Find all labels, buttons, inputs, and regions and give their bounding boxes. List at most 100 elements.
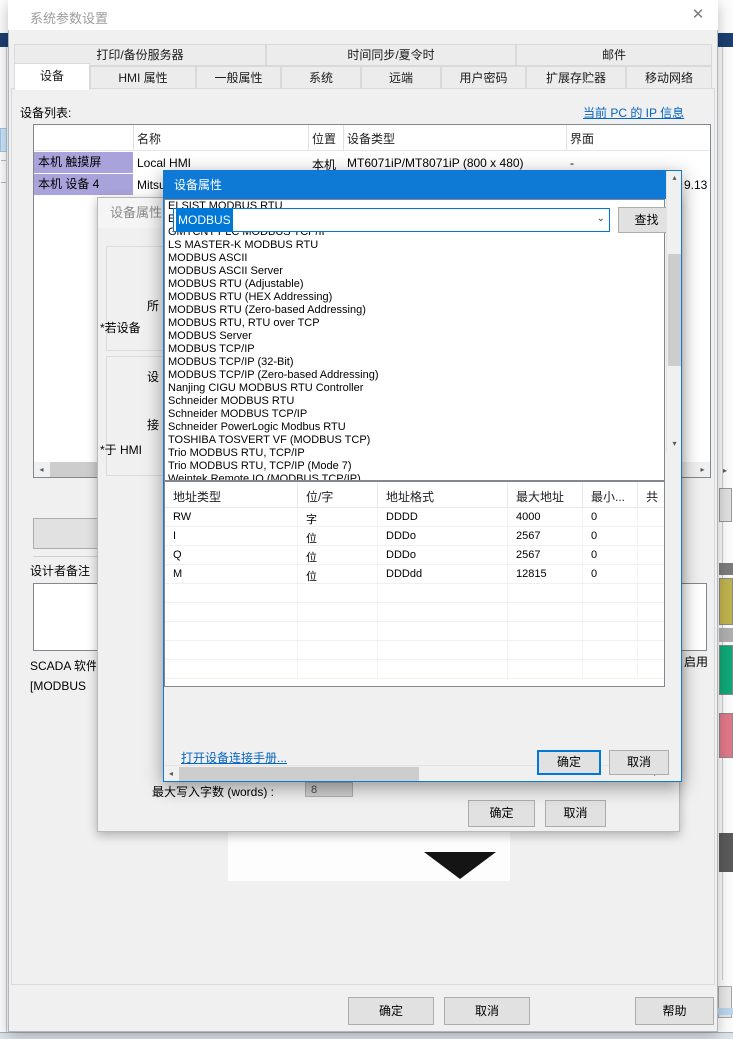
system-settings-titlebar[interactable] <box>8 0 718 30</box>
driver-ok-button[interactable]: 确定 <box>537 750 601 775</box>
addr-col-shared[interactable]: 共 <box>638 482 664 507</box>
close-icon[interactable]: ✕ <box>686 4 710 26</box>
addr-col-max[interactable]: 最大地址 <box>508 482 583 507</box>
open-device-manual-link[interactable]: 打开设备连接手册... <box>181 749 287 766</box>
address-table-cell <box>298 660 378 678</box>
chevron-down-icon[interactable]: ⌄ <box>597 213 605 224</box>
address-table-row[interactable] <box>165 641 664 660</box>
max-write-words-select[interactable]: 8 <box>305 782 353 797</box>
background-palette-dark <box>719 833 733 872</box>
device-row-local-hmi-name[interactable]: Local HMI <box>137 156 191 170</box>
col-header-device-type[interactable]: 设备类型 <box>347 130 395 147</box>
address-table-row[interactable] <box>165 660 664 679</box>
scada-info-line1: SCADA 软件 <box>30 657 96 674</box>
device-row-local-hmi-type[interactable]: MT6071iP/MT8071iP (800 x 480) <box>347 156 524 170</box>
address-table-row[interactable]: I位DDDo25670 <box>165 527 664 546</box>
driver-list-item[interactable]: Trio MODBUS RTU, TCP/IP <box>165 447 650 460</box>
tab-cellular[interactable]: 移动网络 <box>626 66 712 89</box>
scroll-right-icon[interactable]: ▸ <box>695 462 710 477</box>
address-table-row[interactable]: RW字DDDD40000 <box>165 508 664 527</box>
background-tick <box>1 160 6 161</box>
mid-ok-button[interactable]: 确定 <box>468 800 535 827</box>
tab-general[interactable]: 一般属性 <box>196 66 281 89</box>
background-panel <box>719 488 732 522</box>
tab-device[interactable]: 设备 <box>14 63 90 90</box>
driver-list-item[interactable]: MODBUS RTU, RTU over TCP <box>165 317 650 330</box>
driver-list-item[interactable]: MODBUS RTU (Adjustable) <box>165 278 650 291</box>
address-table-row[interactable]: Q位DDDo25670 <box>165 546 664 565</box>
tab-remote[interactable]: 远端 <box>361 66 441 89</box>
driver-list-item[interactable]: MODBUS RTU (HEX Addressing) <box>165 291 650 304</box>
device-row-device4-label[interactable]: 本机 设备 4 <box>34 174 133 195</box>
addr-col-format[interactable]: 地址格式 <box>378 482 508 507</box>
address-table-row[interactable] <box>165 584 664 603</box>
address-table-cell <box>378 622 508 640</box>
main-ok-button[interactable]: 确定 <box>348 997 434 1025</box>
background-sliver-blue <box>718 1008 733 1015</box>
header-underline <box>34 150 710 151</box>
main-cancel-button[interactable]: 取消 <box>444 997 530 1025</box>
driver-list-item[interactable]: Schneider MODBUS TCP/IP <box>165 408 650 421</box>
addr-col-type[interactable]: 地址类型 <box>165 482 298 507</box>
driver-list: ELSIST MODBUS RTUELSIST MODBUS TCP/IPGMT… <box>165 200 650 481</box>
driver-list-item[interactable]: MODBUS TCP/IP (32-Bit) <box>165 356 650 369</box>
background-bottom-strip <box>0 1032 733 1039</box>
background-scroll-right-icon[interactable]: ▸ <box>719 463 731 478</box>
device-row-device4-fragment: 9.13 <box>684 178 707 192</box>
address-table-cell: DDDo <box>378 527 508 545</box>
driver-list-item[interactable]: MODBUS RTU (Zero-based Addressing) <box>165 304 650 317</box>
address-table-cell <box>508 641 583 659</box>
driver-list-item[interactable]: TOSHIBA TOSVERT VF (MODBUS TCP) <box>165 434 650 447</box>
driver-list-item[interactable]: MODBUS TCP/IP <box>165 343 650 356</box>
main-help-button[interactable]: 帮助 <box>635 997 714 1025</box>
address-table-cell <box>638 660 664 678</box>
device-row-device4-name[interactable]: Mitsu <box>137 178 166 192</box>
address-table-cell: 位 <box>298 565 378 583</box>
address-table-cell <box>638 508 664 526</box>
scada-info-line2: [MODBUS <box>30 679 96 693</box>
mid-cancel-button[interactable]: 取消 <box>545 800 606 827</box>
tab-extended-memory[interactable]: 扩展存贮器 <box>526 66 626 89</box>
address-table-row[interactable] <box>165 622 664 641</box>
tab-user-password[interactable]: 用户密码 <box>441 66 526 89</box>
address-table-cell: I <box>165 527 298 545</box>
col-header-interface[interactable]: 界面 <box>570 130 594 147</box>
driver-list-item[interactable]: Trio MODBUS RTU, TCP/IP (Mode 7) <box>165 460 650 473</box>
scroll-left-icon[interactable]: ◂ <box>34 462 49 477</box>
col-header-name[interactable]: 名称 <box>137 130 161 147</box>
address-table-cell: 0 <box>583 565 638 583</box>
driver-cancel-button[interactable]: 取消 <box>609 750 669 775</box>
device-row-local-hmi-label[interactable]: 本机 触摸屏 <box>34 152 133 173</box>
address-table-row[interactable]: M位DDDdd128150 <box>165 565 664 584</box>
driver-list-item[interactable]: Nanjing CIGU MODBUS RTU Controller <box>165 382 650 395</box>
tab-time-sync[interactable]: 时间同步/夏令时 <box>266 44 516 66</box>
dialog-title: 系统参数设置 <box>30 8 108 27</box>
driver-filter-value: MODBUS <box>176 209 233 231</box>
current-pc-ip-link[interactable]: 当前 PC 的 IP 信息 <box>583 104 684 121</box>
header-separator <box>308 125 309 150</box>
driver-list-item[interactable]: Schneider MODBUS RTU <box>165 395 650 408</box>
driver-list-item[interactable]: MODBUS TCP/IP (Zero-based Addressing) <box>165 369 650 382</box>
driver-list-item[interactable]: LS MASTER-K MODBUS RTU <box>165 239 650 252</box>
device-row-local-hmi-interface[interactable]: - <box>570 156 574 170</box>
driver-listbox[interactable]: ELSIST MODBUS RTUELSIST MODBUS TCP/IPGMT… <box>164 199 665 481</box>
driver-dialog-title[interactable]: 设备属性 <box>164 171 681 199</box>
addr-col-min[interactable]: 最小... <box>583 482 638 507</box>
col-header-location[interactable]: 位置 <box>312 130 336 147</box>
driver-list-item[interactable]: MODBUS ASCII Server <box>165 265 650 278</box>
tab-mail[interactable]: 邮件 <box>516 44 712 66</box>
address-table-row[interactable] <box>165 603 664 622</box>
address-table-cell <box>583 603 638 621</box>
addr-col-bitword[interactable]: 位/字 <box>298 482 378 507</box>
driver-list-item[interactable]: MODBUS ASCII <box>165 252 650 265</box>
background-toolbar-band <box>718 33 733 47</box>
driver-list-item[interactable]: MODBUS Server <box>165 330 650 343</box>
driver-list-item[interactable]: Schneider PowerLogic Modbus RTU <box>165 421 650 434</box>
address-table-cell <box>508 660 583 678</box>
tab-hmi-properties[interactable]: HMI 属性 <box>90 66 196 89</box>
address-table-cell <box>508 603 583 621</box>
driver-list-item[interactable]: Weintek Remote IO (MODBUS TCP/IP) <box>165 473 650 481</box>
driver-filter-combobox[interactable]: MODBUS ⌄ <box>173 208 610 232</box>
tab-system[interactable]: 系统 <box>281 66 361 89</box>
background-left-strip <box>0 0 8 1039</box>
